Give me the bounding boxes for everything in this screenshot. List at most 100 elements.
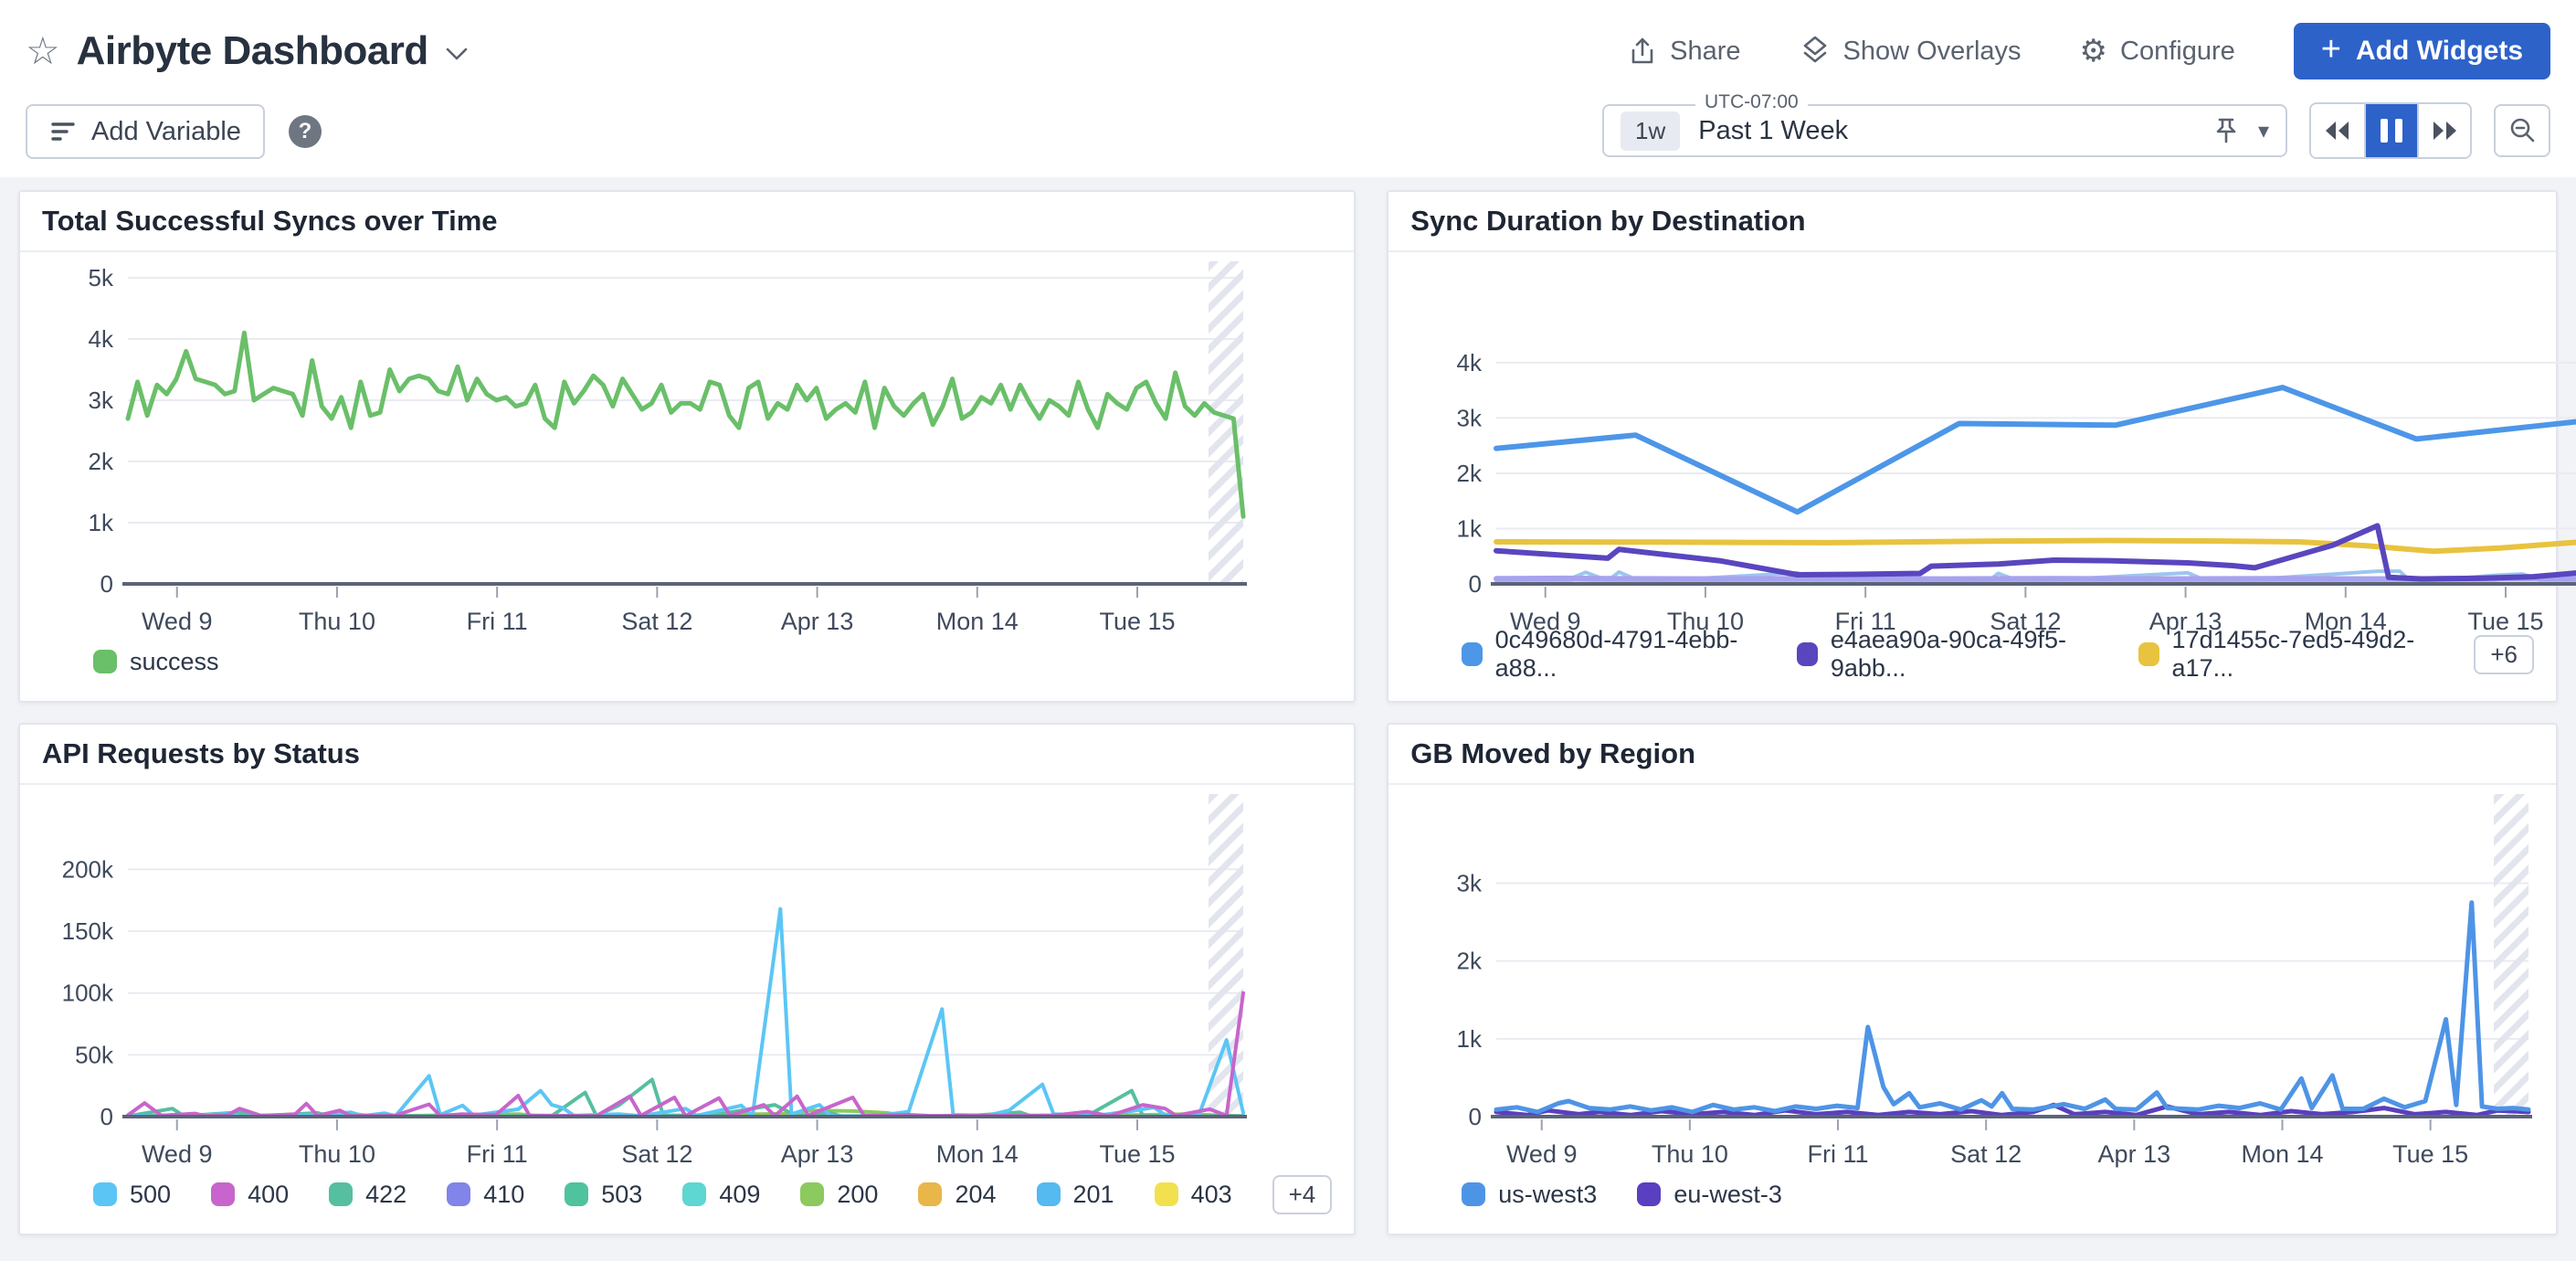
svg-text:1k: 1k <box>1457 514 1483 542</box>
timezone-label: UTC-07:00 <box>1695 91 1808 113</box>
svg-text:Wed 9: Wed 9 <box>1506 1140 1578 1168</box>
legend-label: 422 <box>365 1181 406 1209</box>
legend-item[interactable]: us-west3 <box>1462 1181 1597 1209</box>
svg-text:Mon 14: Mon 14 <box>936 608 1019 635</box>
svg-text:50k: 50k <box>75 1041 114 1068</box>
chart-canvas-sync-duration[interactable]: 4k3k2k1k0Wed 9Thu 10Fri 11Sat 12Apr 13Mo… <box>1388 252 2556 626</box>
legend-label: 400 <box>248 1181 289 1209</box>
chart-legend: 500 400 422 410 503 409 200 204 201 403 +4 <box>20 1173 1354 1234</box>
legend-item[interactable]: eu-west-3 <box>1637 1181 1782 1209</box>
svg-text:100k: 100k <box>62 980 114 1007</box>
widget-header[interactable]: Sync Duration by Destination <box>1388 192 2556 252</box>
line-chart-svg: 3k2k1k0Wed 9Thu 10Fri 11Sat 12Apr 13Mon … <box>1388 785 2556 1173</box>
svg-text:4k: 4k <box>1457 349 1483 376</box>
time-dropdown-caret[interactable]: ▾ <box>2258 118 2269 144</box>
svg-text:1k: 1k <box>1457 1025 1483 1053</box>
widget-gb-moved: GB Moved by Region 3k2k1k0Wed 9Thu 10Fri… <box>1387 723 2558 1235</box>
show-overlays-button[interactable]: Show Overlays <box>1800 36 2022 67</box>
svg-text:Fri 11: Fri 11 <box>467 1140 528 1168</box>
chevron-down-icon[interactable] <box>445 47 469 61</box>
svg-text:Thu 10: Thu 10 <box>299 608 375 635</box>
dashboard-title-group[interactable]: ☆ Airbyte Dashboard <box>26 28 469 74</box>
legend-swatch <box>800 1182 824 1206</box>
legend-item[interactable]: 200 <box>800 1181 878 1209</box>
legend-item[interactable]: 403 <box>1155 1181 1232 1209</box>
chart-canvas-total-syncs[interactable]: 5k4k3k2k1k0Wed 9Thu 10Fri 11Sat 12Apr 13… <box>20 252 1354 641</box>
pin-icon[interactable] <box>2212 116 2240 145</box>
svg-text:2k: 2k <box>1457 948 1483 975</box>
chart-canvas-gb-moved[interactable]: 3k2k1k0Wed 9Thu 10Fri 11Sat 12Apr 13Mon … <box>1388 785 2556 1173</box>
time-forward-button[interactable] <box>2417 104 2470 157</box>
filter-icon <box>49 119 77 144</box>
legend-label: us-west3 <box>1498 1181 1597 1209</box>
svg-text:Fri 11: Fri 11 <box>467 608 528 635</box>
legend-swatch <box>93 1182 117 1206</box>
widget-header[interactable]: API Requests by Status <box>20 725 1354 785</box>
favorite-star-icon[interactable]: ☆ <box>26 32 60 70</box>
legend-item[interactable]: 201 <box>1037 1181 1114 1209</box>
top-bar: ☆ Airbyte Dashboard Share <box>0 0 2576 177</box>
configure-button[interactable]: ⚙ Configure <box>2080 36 2235 67</box>
svg-text:Thu 10: Thu 10 <box>1652 1140 1728 1168</box>
legend-item[interactable]: 422 <box>329 1181 406 1209</box>
legend-item[interactable]: 400 <box>211 1181 289 1209</box>
line-chart-svg: 4k3k2k1k0Wed 9Thu 10Fri 11Sat 12Apr 13Mo… <box>1388 252 2576 641</box>
add-variable-button[interactable]: Add Variable <box>26 104 265 159</box>
svg-text:Fri 11: Fri 11 <box>1808 1140 1869 1168</box>
pause-icon <box>2381 119 2402 143</box>
legend-item[interactable]: 500 <box>93 1181 171 1209</box>
line-chart-svg: 200k150k100k50k0Wed 9Thu 10Fri 11Sat 12A… <box>20 785 1271 1173</box>
svg-text:Sat 12: Sat 12 <box>1990 608 2062 635</box>
time-range-picker[interactable]: UTC-07:00 1w Past 1 Week ▾ <box>1602 104 2287 157</box>
widget-title: GB Moved by Region <box>1410 737 1695 769</box>
time-backward-button[interactable] <box>2311 104 2364 157</box>
svg-text:Wed 9: Wed 9 <box>142 608 213 635</box>
widget-total-successful-syncs: Total Successful Syncs over Time 5k4k3k2… <box>18 190 1356 703</box>
legend-swatch <box>93 650 117 673</box>
zoom-out-button[interactable] <box>2494 104 2550 157</box>
svg-text:Wed 9: Wed 9 <box>1510 608 1581 635</box>
page-title: Airbyte Dashboard <box>77 28 428 74</box>
widget-header[interactable]: GB Moved by Region <box>1388 725 2556 785</box>
legend-swatch <box>447 1182 470 1206</box>
svg-text:1k: 1k <box>89 509 114 536</box>
legend-swatch <box>1797 642 1817 666</box>
svg-text:Mon 14: Mon 14 <box>936 1140 1019 1168</box>
widget-header[interactable]: Total Successful Syncs over Time <box>20 192 1354 252</box>
help-icon[interactable]: ? <box>289 115 322 148</box>
svg-text:3k: 3k <box>89 387 114 414</box>
share-button[interactable]: Share <box>1628 37 1740 67</box>
svg-text:Mon 14: Mon 14 <box>2305 608 2387 635</box>
add-widgets-button[interactable]: + Add Widgets <box>2294 23 2550 79</box>
gear-icon: ⚙ <box>2080 36 2107 67</box>
legend-item[interactable]: 410 <box>447 1181 524 1209</box>
legend-swatch <box>211 1182 235 1206</box>
legend-swatch <box>2138 642 2159 666</box>
plus-icon: + <box>2321 32 2341 67</box>
legend-item[interactable]: success <box>93 648 219 676</box>
overlays-icon <box>1800 36 1831 67</box>
legend-swatch <box>918 1182 942 1206</box>
svg-text:Apr 13: Apr 13 <box>2098 1140 2171 1168</box>
share-icon <box>1628 37 1657 66</box>
svg-text:Tue 15: Tue 15 <box>2392 1140 2468 1168</box>
svg-text:Tue 15: Tue 15 <box>1099 1140 1175 1168</box>
legend-item[interactable]: 503 <box>565 1181 642 1209</box>
legend-swatch <box>1637 1182 1661 1206</box>
legend-swatch <box>1462 642 1482 666</box>
chart-canvas-api-requests[interactable]: 200k150k100k50k0Wed 9Thu 10Fri 11Sat 12A… <box>20 785 1354 1173</box>
legend-overflow-button[interactable]: +4 <box>1272 1175 1333 1214</box>
legend-label: success <box>130 648 219 676</box>
legend-item[interactable]: 204 <box>918 1181 996 1209</box>
legend-item[interactable]: 409 <box>682 1181 760 1209</box>
svg-text:3k: 3k <box>1457 869 1483 896</box>
legend-label: 204 <box>955 1181 996 1209</box>
svg-text:Sat 12: Sat 12 <box>621 608 692 635</box>
svg-text:Fri 11: Fri 11 <box>1835 608 1896 635</box>
svg-text:200k: 200k <box>62 855 114 883</box>
time-range-label: Past 1 Week <box>1698 116 2194 146</box>
widget-api-requests: API Requests by Status 200k150k100k50k0W… <box>18 723 1356 1235</box>
svg-text:Tue 15: Tue 15 <box>1099 608 1175 635</box>
time-range-chip: 1w <box>1621 111 1680 151</box>
time-pause-button[interactable] <box>2364 104 2417 157</box>
